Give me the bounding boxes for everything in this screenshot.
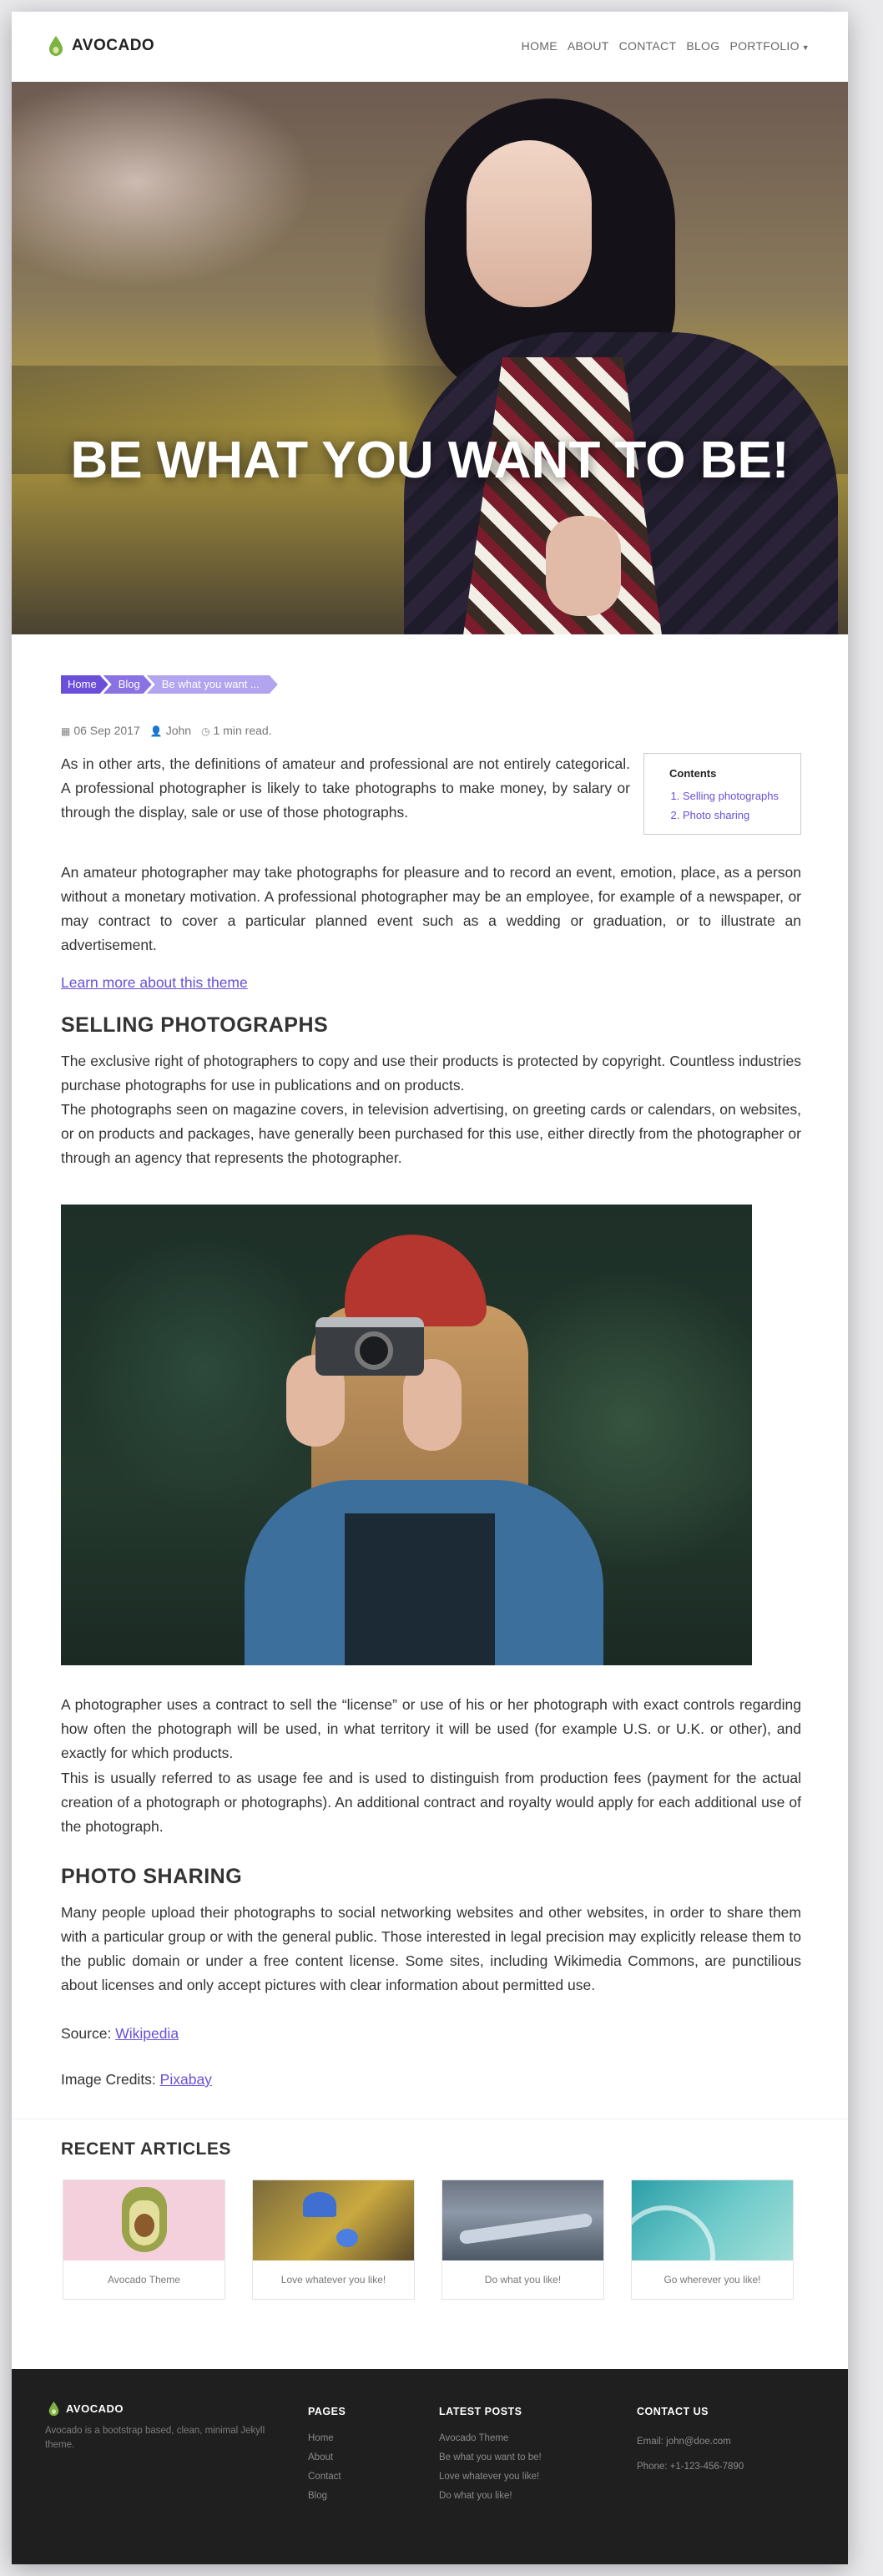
footer-pages-title: PAGES [308, 2406, 346, 2417]
card-thumbnail [253, 2180, 414, 2260]
main-menu: HOME ABOUT CONTACT BLOG PORTFOLIO ▼ [522, 39, 810, 53]
footer-email: Email: john@doe.com [637, 2437, 731, 2447]
photo-shirt [345, 1513, 495, 1665]
footer-post-link[interactable]: Do what you like! [439, 2487, 542, 2506]
footer-latest-posts: LATEST POSTS Avocado Theme Be what you w… [439, 2406, 542, 2506]
post-date: ▦ 06 Sep 2017 [61, 724, 140, 737]
footer-link-home[interactable]: Home [308, 2429, 346, 2448]
breadcrumb-current: Be what you want ... [147, 675, 278, 694]
footer-post-link[interactable]: Love whatever you like! [439, 2467, 542, 2487]
avocado-logo-icon [48, 2401, 59, 2417]
footer-brand: AVOCADO [48, 2401, 124, 2417]
calendar-icon: ▦ [61, 725, 71, 737]
wikipedia-link[interactable]: Wikipedia [115, 2025, 179, 2042]
footer-contact: CONTACT US Email: john@doe.com Phone: +1… [637, 2406, 744, 2479]
blue-flower-image [303, 2192, 336, 2217]
nav-portfolio-label: PORTFOLIO [729, 39, 800, 53]
footer-post-link[interactable]: Avocado Theme [439, 2429, 542, 2448]
hero-banner: BE WHAT YOU WANT TO BE! [12, 82, 848, 634]
footer: AVOCADO Avocado is a bootstrap based, cl… [12, 2369, 848, 2564]
footer-link-contact[interactable]: Contact [308, 2467, 346, 2487]
ocean-wave-image [632, 2205, 715, 2260]
learn-more-link[interactable]: Learn more about this theme [61, 971, 248, 995]
toc-item-sharing[interactable]: Photo sharing [683, 806, 789, 825]
paragraph-magazine: The photographs seen on magazine covers,… [61, 1101, 801, 1166]
avocado-logo-icon [49, 36, 63, 56]
pixabay-link[interactable]: Pixabay [160, 2071, 212, 2088]
footer-description: Avocado is a bootstrap based, clean, min… [45, 2426, 265, 2450]
breadcrumb-home[interactable]: Home [61, 675, 108, 694]
post-read-time-text: 1 min read. [213, 724, 272, 737]
toc-list: Selling photographs Photo sharing [669, 786, 789, 825]
card-thumbnail [63, 2180, 225, 2260]
paragraph-amateur: An amateur photographer may take photogr… [61, 864, 801, 953]
post-date-text: 06 Sep 2017 [73, 724, 140, 737]
card-caption: Do what you like! [484, 2274, 562, 2286]
recent-articles-title: RECENT ARTICLES [61, 2139, 231, 2159]
recent-card-avocado-theme[interactable]: Avocado Theme [63, 2179, 225, 2300]
top-navbar: AVOCADO HOME ABOUT CONTACT BLOG PORTFOLI… [12, 12, 848, 82]
page: AVOCADO HOME ABOUT CONTACT BLOG PORTFOLI… [12, 12, 848, 2564]
credits-label: Image Credits: [61, 2071, 156, 2088]
blue-flower-image [336, 2229, 358, 2247]
paragraph-sharing: Many people upload their photographs to … [61, 1904, 801, 1993]
recent-card-do-what[interactable]: Do what you like! [442, 2179, 604, 2300]
card-caption: Avocado Theme [108, 2274, 180, 2286]
photo-red-hat [345, 1235, 487, 1326]
hero-photo-hand [546, 516, 621, 616]
footer-contact-title: CONTACT US [637, 2406, 709, 2417]
source-label: Source: [61, 2025, 112, 2042]
post-author-text: John [165, 724, 192, 737]
recent-articles-list: Avocado Theme Love whatever you like! Do… [63, 2179, 794, 2300]
paragraph-copyright: The exclusive right of photographers to … [61, 1053, 801, 1094]
heading-selling-photographs: SELLING PHOTOGRAPHS [61, 1013, 329, 1037]
camera-lens [355, 1331, 393, 1370]
paragraph-intro: As in other arts, the definitions of ama… [61, 755, 630, 821]
table-of-contents: Contents Selling photographs Photo shari… [643, 753, 801, 835]
card-caption: Go wherever you like! [664, 2274, 761, 2286]
river-valley-image [458, 2212, 593, 2245]
paragraph-license: A photographer uses a contract to sell t… [61, 1696, 801, 1761]
credits-line: Image Credits: Pixabay [61, 2068, 212, 2092]
hero-photo-face [467, 140, 592, 307]
post-author: 👤 John [150, 724, 191, 737]
toc-title: Contents [669, 767, 717, 780]
avocado-seed [134, 2214, 154, 2237]
footer-pages: PAGES Home About Contact Blog [308, 2406, 346, 2506]
user-icon: 👤 [149, 725, 163, 737]
source-line: Source: Wikipedia [61, 2022, 179, 2046]
breadcrumb: Home Blog Be what you want ... [61, 675, 273, 694]
footer-posts-title: LATEST POSTS [439, 2406, 522, 2417]
footer-phone: Phone: +1-123-456-7890 [637, 2462, 744, 2472]
nav-blog[interactable]: BLOG [686, 39, 719, 53]
card-caption: Love whatever you like! [280, 2274, 386, 2286]
footer-link-about[interactable]: About [308, 2448, 346, 2467]
card-thumbnail [632, 2180, 793, 2260]
footer-brand-name: AVOCADO [66, 2402, 124, 2415]
footer-link-blog[interactable]: Blog [308, 2487, 346, 2506]
post-read-time: ◷ 1 min read. [201, 724, 272, 737]
caret-down-icon: ▼ [801, 43, 810, 52]
heading-photo-sharing: PHOTO SHARING [61, 1865, 243, 1888]
hero-title: BE WHAT YOU WANT TO BE! [70, 432, 790, 489]
nav-home[interactable]: HOME [522, 39, 558, 53]
footer-post-link[interactable]: Be what you want to be! [439, 2448, 542, 2467]
nav-about[interactable]: ABOUT [568, 39, 609, 53]
article-photo [61, 1205, 752, 1665]
clock-icon: ◷ [201, 725, 210, 737]
card-thumbnail [442, 2180, 603, 2260]
brand-link[interactable]: AVOCADO [48, 35, 154, 57]
recent-card-go-wherever[interactable]: Go wherever you like! [631, 2179, 794, 2300]
nav-contact[interactable]: CONTACT [619, 39, 677, 53]
post-meta: ▦ 06 Sep 2017 👤 John ◷ 1 min read. [61, 724, 272, 737]
brand-name: AVOCADO [72, 37, 155, 54]
breadcrumb-blog[interactable]: Blog [103, 675, 152, 694]
toc-item-selling[interactable]: Selling photographs [683, 786, 789, 806]
recent-card-love-whatever[interactable]: Love whatever you like! [252, 2179, 415, 2300]
paragraph-usage-fee: This is usually referred to as usage fee… [61, 1770, 801, 1835]
nav-portfolio[interactable]: PORTFOLIO ▼ [729, 39, 810, 53]
